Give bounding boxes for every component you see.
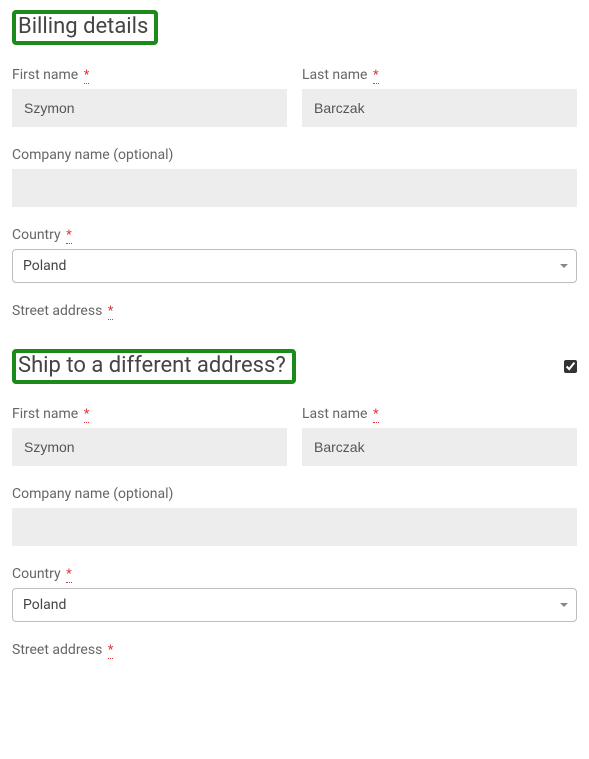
label-text: Country	[12, 227, 61, 243]
billing-first-name-input[interactable]	[12, 89, 287, 127]
select-value: Poland	[23, 258, 66, 274]
shipping-first-name-input[interactable]	[12, 428, 287, 466]
label-text: Street address	[12, 642, 102, 658]
label-text: First name	[12, 406, 78, 422]
shipping-company-input[interactable]	[12, 508, 577, 546]
billing-street-label: Street address *	[12, 303, 577, 319]
shipping-last-name-input[interactable]	[302, 428, 577, 466]
chevron-down-icon	[560, 264, 568, 268]
billing-last-name-label: Last name *	[302, 67, 577, 83]
label-text: Last name	[302, 67, 367, 83]
billing-country-label: Country *	[12, 227, 577, 243]
required-mark: *	[108, 304, 114, 320]
ship-different-checkbox[interactable]	[564, 360, 577, 373]
billing-company-input[interactable]	[12, 169, 577, 207]
billing-country-select[interactable]: Poland	[12, 249, 577, 283]
select-value: Poland	[23, 597, 66, 613]
shipping-first-name-label: First name *	[12, 406, 287, 422]
label-text: First name	[12, 67, 78, 83]
label-text: Street address	[12, 303, 102, 319]
shipping-street-label: Street address *	[12, 642, 577, 658]
required-mark: *	[66, 567, 72, 583]
chevron-down-icon	[560, 603, 568, 607]
required-mark: *	[84, 68, 90, 84]
label-text: Country	[12, 566, 61, 582]
required-mark: *	[373, 68, 379, 84]
shipping-heading: Ship to a different address?	[12, 349, 296, 384]
required-mark: *	[108, 643, 114, 659]
required-mark: *	[373, 407, 379, 423]
billing-company-label: Company name (optional)	[12, 147, 577, 163]
billing-last-name-input[interactable]	[302, 89, 577, 127]
label-text: Last name	[302, 406, 367, 422]
shipping-last-name-label: Last name *	[302, 406, 577, 422]
shipping-company-label: Company name (optional)	[12, 486, 577, 502]
required-mark: *	[84, 407, 90, 423]
billing-first-name-label: First name *	[12, 67, 287, 83]
required-mark: *	[66, 228, 72, 244]
billing-heading: Billing details	[12, 10, 158, 45]
shipping-country-select[interactable]: Poland	[12, 588, 577, 622]
shipping-country-label: Country *	[12, 566, 577, 582]
